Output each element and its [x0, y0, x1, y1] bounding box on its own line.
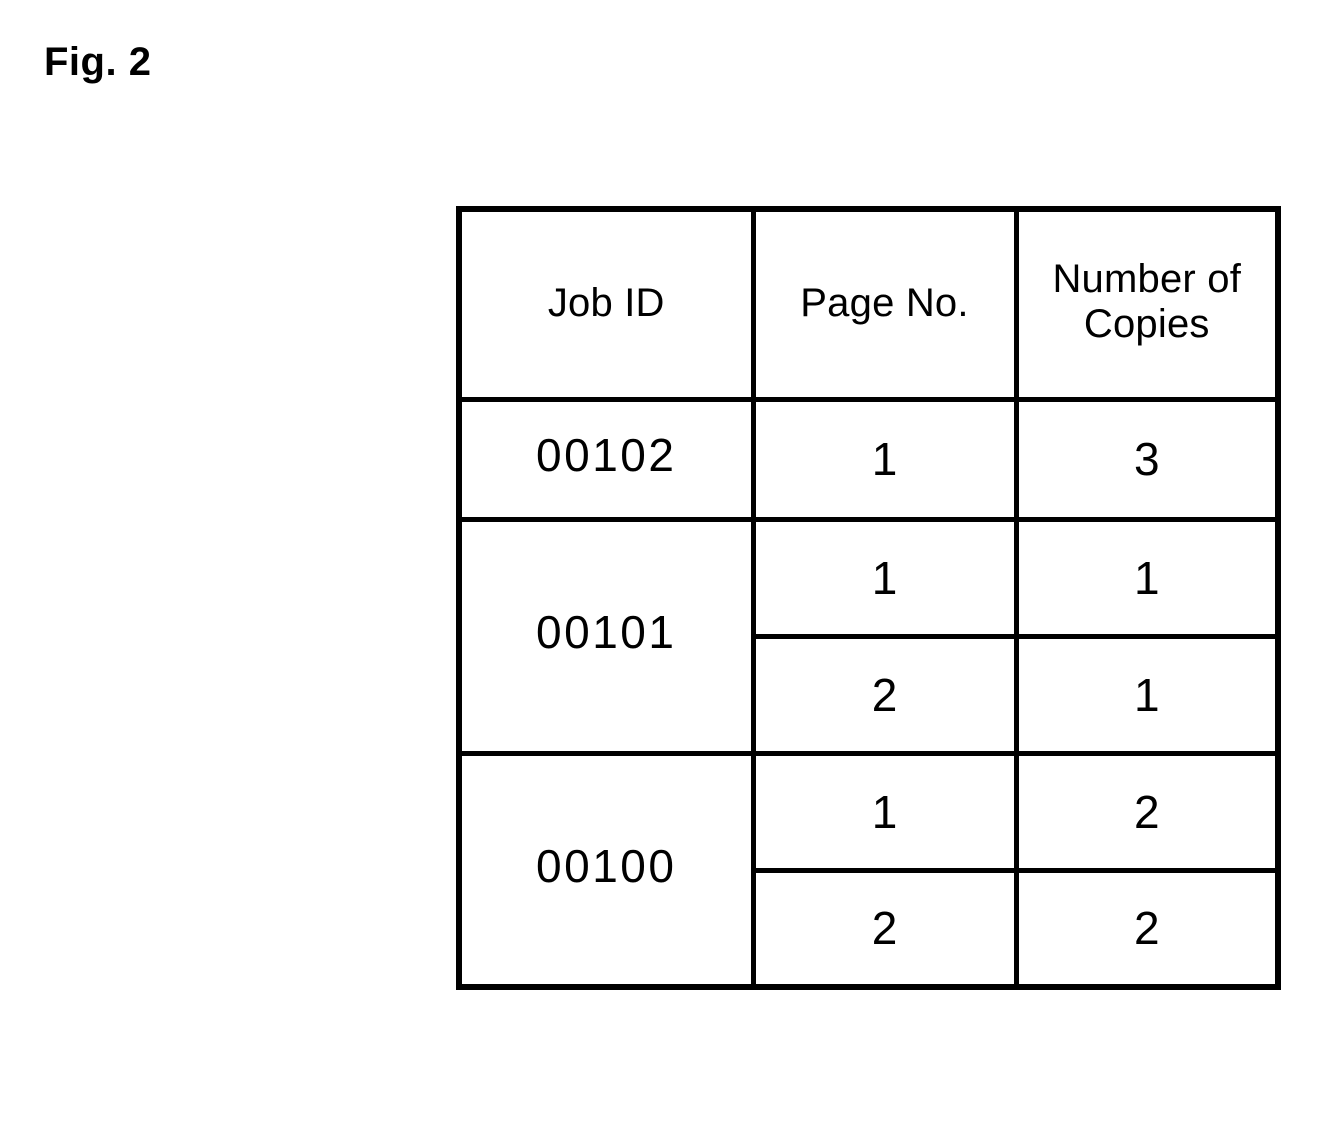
table-row: 00100 1 2 [459, 750, 1278, 990]
column-header-page-no-label: Page No. [800, 281, 969, 326]
header-row: Job ID Page No. Number of Copies [459, 209, 1278, 402]
page-no-value: 1 [871, 785, 898, 838]
cell-number-of-copies: 2 [1013, 750, 1278, 873]
cell-job-id: 00100 [459, 750, 756, 990]
page-no-value: 1 [871, 433, 898, 485]
number-of-copies-value: 1 [1133, 668, 1160, 721]
page-no-value: 2 [871, 902, 898, 955]
cell-number-of-copies: 2 [1013, 867, 1278, 987]
cell-page-no: 1 [750, 396, 1019, 522]
print-job-table: Job ID Page No. Number of Copies 00102 1… [456, 206, 1281, 990]
page-no-value: 1 [871, 551, 898, 604]
column-header-job-id-label: Job ID [547, 281, 665, 326]
number-of-copies-value: 2 [1133, 902, 1160, 955]
table-row: 00102 1 3 [459, 396, 1278, 522]
number-of-copies-value: 1 [1133, 551, 1160, 604]
table-row: 00101 1 1 [459, 516, 1278, 756]
column-header-number-of-copies-line2: Copies [1083, 302, 1210, 347]
number-of-copies-value: 2 [1133, 785, 1160, 838]
number-of-copies-value: 3 [1133, 433, 1160, 485]
figure-label: Fig. 2 [44, 40, 152, 84]
cell-job-id: 00102 [459, 396, 756, 522]
cell-page-no: 2 [753, 867, 1019, 987]
page-no-value: 2 [871, 668, 898, 721]
column-header-job-id: Job ID [459, 209, 756, 402]
cell-page-no: 1 [750, 516, 1019, 639]
column-header-number-of-copies-line1: Number of [1052, 256, 1242, 301]
table-body: 00102 1 3 00101 1 1 2 1 00100 1 2 2 2 [459, 396, 1278, 990]
cell-number-of-copies: 1 [1013, 516, 1278, 639]
column-header-number-of-copies: Number of Copies [1013, 209, 1278, 402]
job-id-value: 00101 [536, 606, 677, 658]
job-id-value: 00100 [536, 839, 677, 892]
cell-page-no: 2 [753, 633, 1019, 756]
column-header-page-no: Page No. [750, 209, 1019, 402]
cell-number-of-copies: 1 [1013, 633, 1278, 756]
cell-page-no: 1 [750, 750, 1019, 873]
cell-number-of-copies: 3 [1013, 396, 1278, 522]
table-header: Job ID Page No. Number of Copies [459, 209, 1278, 402]
job-id-value: 00102 [536, 429, 677, 481]
cell-job-id: 00101 [459, 516, 756, 756]
